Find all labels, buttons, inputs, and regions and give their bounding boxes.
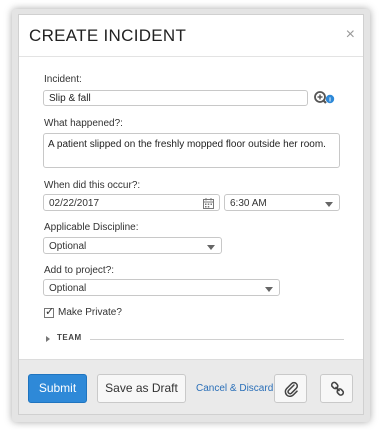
time-value: 6:30 AM bbox=[230, 198, 267, 209]
incident-input[interactable] bbox=[43, 90, 308, 106]
when-label: When did this occur?: bbox=[44, 180, 141, 191]
time-select[interactable]: 6:30 AM bbox=[224, 194, 340, 211]
chevron-down-icon bbox=[265, 287, 273, 292]
zoom-info-icon[interactable]: i bbox=[313, 90, 335, 108]
dialog-title: CREATE INCIDENT bbox=[29, 26, 187, 45]
save-as-draft-button[interactable]: Save as Draft bbox=[97, 374, 186, 403]
create-incident-dialog: CREATE INCIDENT × Incident: i What happe… bbox=[18, 14, 364, 415]
discipline-value: Optional bbox=[49, 241, 87, 252]
chevron-down-icon bbox=[207, 245, 215, 250]
team-label: TEAM bbox=[57, 333, 82, 342]
date-value: 02/22/2017 bbox=[49, 198, 100, 209]
dialog-header: CREATE INCIDENT × bbox=[19, 15, 363, 57]
link-icon bbox=[330, 381, 345, 396]
make-private-checkbox[interactable]: ✓ bbox=[44, 306, 55, 318]
link-button[interactable] bbox=[320, 374, 353, 403]
caret-right-icon bbox=[46, 336, 50, 342]
chevron-down-icon bbox=[325, 202, 333, 207]
discipline-label: Applicable Discipline: bbox=[44, 222, 139, 233]
date-input[interactable]: 02/22/2017 bbox=[43, 194, 220, 211]
what-happened-textarea[interactable]: A patient slipped on the freshly mopped … bbox=[43, 133, 340, 168]
checkmark-icon: ✓ bbox=[45, 306, 55, 318]
close-icon[interactable]: × bbox=[346, 26, 355, 44]
calendar-icon[interactable] bbox=[203, 198, 214, 209]
svg-text:i: i bbox=[329, 97, 331, 104]
team-section-toggle[interactable]: TEAM bbox=[46, 333, 346, 345]
what-happened-label: What happened?: bbox=[44, 118, 123, 129]
dialog-footer: Submit Save as Draft Cancel & Discard bbox=[19, 359, 363, 414]
cancel-discard-link[interactable]: Cancel & Discard bbox=[196, 383, 273, 394]
paperclip-icon bbox=[284, 381, 298, 397]
divider bbox=[90, 339, 344, 340]
project-label: Add to project?: bbox=[44, 265, 115, 276]
project-select[interactable]: Optional bbox=[43, 279, 280, 296]
project-value: Optional bbox=[49, 283, 87, 294]
make-private-label: Make Private? bbox=[58, 307, 122, 318]
submit-button[interactable]: Submit bbox=[28, 374, 87, 403]
discipline-select[interactable]: Optional bbox=[43, 237, 222, 254]
incident-label: Incident: bbox=[44, 74, 82, 85]
attach-button[interactable] bbox=[274, 374, 307, 403]
